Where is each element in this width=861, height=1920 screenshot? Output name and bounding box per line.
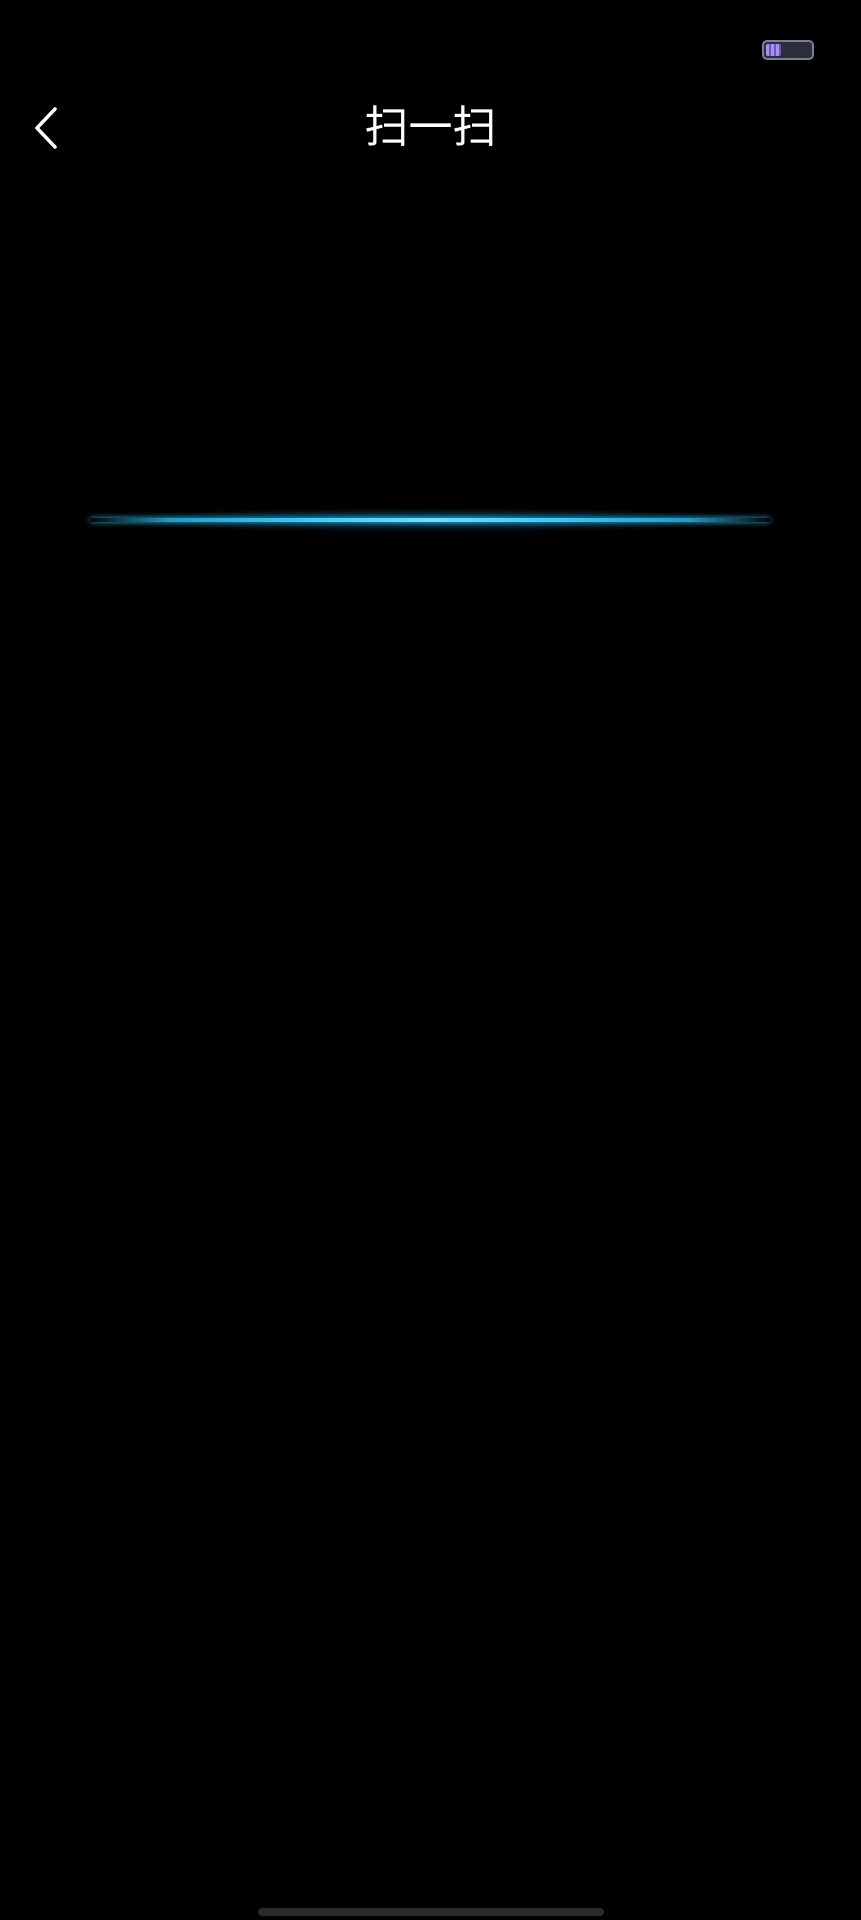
status-bar <box>0 0 861 90</box>
scan-line <box>70 508 790 532</box>
scan-screen: 扫一扫 <box>0 0 861 1920</box>
back-button[interactable] <box>20 98 72 158</box>
page-title: 扫一扫 <box>364 102 497 153</box>
battery-icon <box>762 40 814 60</box>
chevron-left-icon <box>35 107 57 149</box>
scan-line-core <box>90 518 770 522</box>
home-indicator[interactable] <box>258 1908 604 1916</box>
navigation-bar: 扫一扫 <box>0 90 861 166</box>
battery-level <box>766 44 781 56</box>
camera-viewfinder[interactable] <box>0 166 861 1866</box>
